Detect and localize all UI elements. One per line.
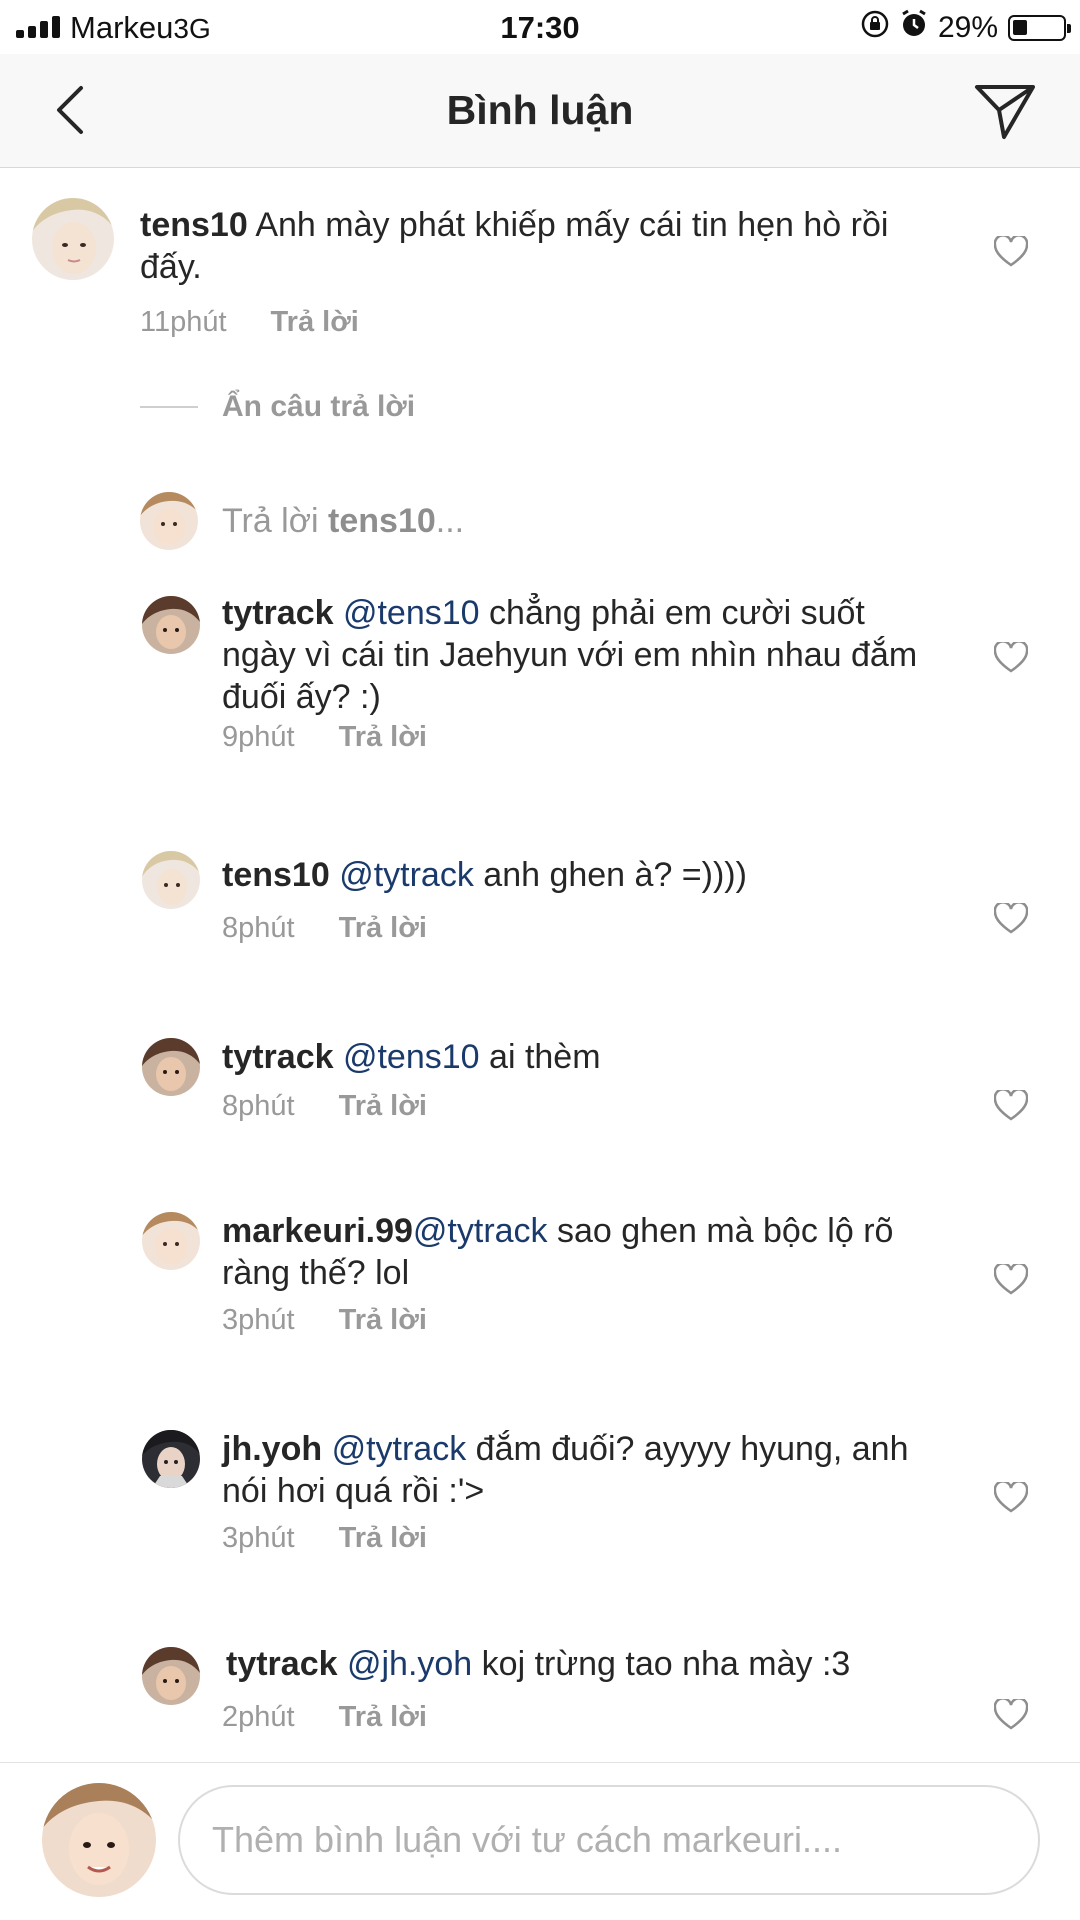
comment-username[interactable]: tytrack (222, 1038, 334, 1076)
comment-body: tens10 @tytrack anh ghen à? =)))) (222, 854, 922, 896)
comment-text: đắm đuối? ayyyy hyung, anh nói hơi quá r… (222, 1430, 909, 1510)
comment-time: 8phút (222, 1090, 295, 1122)
comment-composer (0, 1762, 1080, 1920)
reply-button[interactable]: Trả lời (339, 912, 427, 945)
comment-body: jh.yoh @tytrack đắm đuối? ayyyy hyung, a… (222, 1428, 922, 1512)
heart-icon[interactable] (994, 642, 1028, 674)
comment-body: tytrack @tens10 ai thèm (222, 1036, 922, 1078)
avatar[interactable] (142, 1038, 200, 1096)
heart-icon[interactable] (994, 1482, 1028, 1514)
rotation-lock-icon (860, 9, 890, 46)
comment-username[interactable]: tens10 (222, 856, 330, 894)
avatar[interactable] (142, 1647, 200, 1705)
current-user-avatar (42, 1783, 156, 1897)
battery-icon (1008, 14, 1071, 41)
back-button[interactable] (40, 80, 100, 140)
reply-button[interactable]: Trả lời (339, 1090, 427, 1123)
share-button[interactable] (970, 76, 1040, 146)
comment-text: ai thèm (489, 1038, 601, 1076)
avatar[interactable] (142, 851, 200, 909)
heart-icon[interactable] (994, 1699, 1028, 1731)
avatar[interactable] (142, 1212, 200, 1270)
battery-level (1013, 19, 1027, 35)
avatar (140, 492, 198, 550)
comment-meta: 9phút Trả lời (222, 721, 427, 754)
comment-mention[interactable]: @tytrack (413, 1212, 548, 1250)
comment-body: tens10 Anh mày phát khiếp mấy cái tin hẹ… (140, 204, 920, 288)
comment-mention[interactable]: @tens10 (343, 1038, 480, 1076)
reply-button[interactable]: Trả lời (271, 306, 359, 339)
reply-prompt[interactable]: Trả lời tens10... (140, 492, 464, 550)
comment-mention[interactable]: @tytrack (339, 856, 474, 894)
divider-line (140, 406, 198, 408)
heart-icon[interactable] (994, 1090, 1028, 1122)
reply-prompt-prefix: Trả lời (222, 501, 319, 540)
paper-plane-icon (975, 85, 1035, 139)
comment-time: 11phút (140, 306, 227, 338)
comment-meta: 3phút Trả lời (222, 1522, 427, 1555)
comment-time: 8phút (222, 912, 295, 944)
battery-percent: 29% (937, 10, 998, 44)
page-title: Bình luận (446, 87, 634, 133)
reply-button[interactable]: Trả lời (339, 1304, 427, 1337)
hide-replies-label: Ẩn câu trả lời (222, 390, 416, 423)
comment-text: anh ghen à? =)))) (483, 856, 747, 894)
status-bar: Markeu3G 17:30 29% (0, 0, 1080, 54)
comment-mention[interactable]: @tytrack (332, 1430, 467, 1468)
reply-prompt-suffix: ... (435, 501, 465, 540)
comment-meta: 3phút Trả lời (222, 1304, 427, 1337)
comment-list[interactable]: tens10 Anh mày phát khiếp mấy cái tin hẹ… (0, 168, 1080, 1762)
comment-text: koj trừng tao nha mày :3 (481, 1645, 851, 1683)
comment-username[interactable]: tytrack (222, 594, 334, 632)
reply-prompt-text: Trả lời tens10... (222, 502, 464, 541)
avatar[interactable] (142, 596, 200, 654)
comment-username[interactable]: tens10 (140, 206, 248, 244)
comment-mention[interactable]: @jh.yoh (347, 1645, 472, 1683)
reply-button[interactable]: Trả lời (339, 721, 427, 754)
reply-button[interactable]: Trả lời (339, 1701, 427, 1734)
nav-bar: Bình luận (0, 54, 1080, 168)
comment-time: 2phút (222, 1701, 295, 1733)
avatar[interactable] (32, 198, 114, 280)
comment-meta: 2phút Trả lời (222, 1701, 427, 1734)
comment-meta: 11phút Trả lời (140, 306, 359, 339)
hide-replies-toggle[interactable]: Ẩn câu trả lời (140, 390, 415, 424)
comment-meta: 8phút Trả lời (222, 1090, 427, 1123)
comment-time: 3phút (222, 1522, 295, 1554)
comment-mention[interactable]: @tens10 (343, 594, 480, 632)
reply-button[interactable]: Trả lời (339, 1522, 427, 1555)
reply-prompt-username: tens10 (328, 501, 436, 540)
comment-text: Anh mày phát khiếp mấy cái tin hẹn hò rồ… (140, 206, 889, 286)
heart-icon[interactable] (994, 903, 1028, 935)
comment-time: 9phút (222, 721, 295, 753)
comment-input[interactable] (178, 1785, 1040, 1895)
comment-time: 3phút (222, 1304, 295, 1336)
comment-body: markeuri.99@tytrack sao ghen mà bộc lộ r… (222, 1210, 942, 1294)
comment-username[interactable]: markeuri.99 (222, 1212, 413, 1250)
heart-icon[interactable] (994, 236, 1028, 268)
comment-username[interactable]: jh.yoh (222, 1430, 322, 1468)
comment-meta: 8phút Trả lời (222, 912, 427, 945)
comment-body: tytrack @jh.yoh koj trừng tao nha mày :3 (226, 1643, 926, 1685)
avatar[interactable] (142, 1430, 200, 1488)
heart-icon[interactable] (994, 1264, 1028, 1296)
status-right: 29% (860, 9, 1071, 46)
chevron-left-icon (57, 86, 83, 134)
comment-username[interactable]: tytrack (226, 1645, 338, 1683)
alarm-icon (900, 9, 928, 46)
comment-body: tytrack @tens10 chẳng phải em cười suốt … (222, 592, 922, 718)
